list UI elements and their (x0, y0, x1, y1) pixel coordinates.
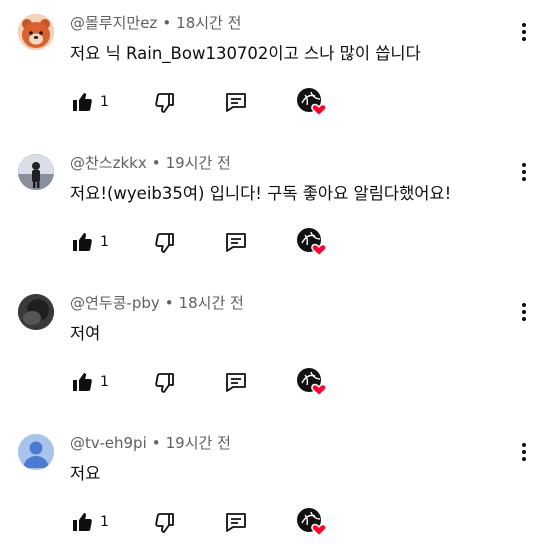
comment-item: @tv-eh9pi • 19시간 전 저요 1 (0, 420, 560, 560)
comment-item: @찬스zkkx • 19시간 전 저요!(wyeib35여) 입니다! 구독 좋아요… (0, 140, 560, 280)
thumbs-up-icon (73, 513, 92, 531)
comment-time[interactable]: 19시간 전 (166, 154, 231, 172)
dark-photo-icon (18, 294, 54, 330)
comment-actions: 1 (66, 504, 366, 540)
comment-meta: @몰루지만ez • 18시간 전 (70, 12, 241, 33)
thumbs-down-icon (155, 513, 174, 533)
dislike-button[interactable] (152, 84, 176, 120)
like-count: 1 (100, 514, 109, 530)
comment-author[interactable]: @몰루지만ez (70, 14, 157, 32)
bear-face-icon (18, 14, 54, 50)
creator-heart-icon (297, 88, 327, 117)
thumbs-down-icon (155, 93, 174, 113)
comment-meta: @tv-eh9pi • 19시간 전 (70, 432, 231, 453)
avatar[interactable] (18, 14, 54, 50)
comment-text: 저여 (70, 324, 101, 343)
comment-time[interactable]: 18시간 전 (179, 294, 244, 312)
thumbs-down-icon (155, 233, 174, 253)
comment-time[interactable]: 19시간 전 (166, 434, 231, 452)
like-count: 1 (100, 234, 109, 250)
more-vertical-icon[interactable] (516, 440, 532, 464)
creator-heart-badge (296, 504, 328, 540)
thumbs-down-icon (155, 373, 174, 393)
separator-dot: • (151, 154, 161, 172)
thumbs-up-icon (73, 373, 92, 391)
like-count: 1 (100, 374, 109, 390)
comment-meta: @찬스zkkx • 19시간 전 (70, 152, 231, 173)
reply-icon (226, 373, 246, 392)
reply-button[interactable] (224, 224, 248, 260)
comment-time[interactable]: 18시간 전 (176, 14, 241, 32)
comment-text: 저요 닉 Rain_Bow130702이고 스나 많이 씁니다 (70, 44, 421, 63)
thumbs-up-icon (73, 233, 92, 251)
dislike-button[interactable] (152, 504, 176, 540)
like-button[interactable]: 1 (70, 224, 109, 260)
avatar[interactable] (18, 434, 54, 470)
dislike-button[interactable] (152, 364, 176, 400)
comment-item: @몰루지만ez • 18시간 전 저요 닉 Rain_Bow130702이고 스나 … (0, 0, 560, 140)
comment-actions: 1 (66, 224, 366, 260)
figure-photo-icon (18, 154, 54, 190)
avatar[interactable] (18, 154, 54, 190)
reply-icon (226, 513, 246, 532)
like-button[interactable]: 1 (70, 504, 109, 540)
comment-item: @연두콩-pby • 18시간 전 저여 1 (0, 280, 560, 420)
reply-icon (226, 233, 246, 252)
creator-heart-badge (296, 84, 328, 120)
creator-heart-badge (296, 364, 328, 400)
comment-author[interactable]: @찬스zkkx (70, 154, 147, 172)
more-vertical-icon[interactable] (516, 300, 532, 324)
reply-icon (226, 93, 246, 112)
like-button[interactable]: 1 (70, 84, 109, 120)
dislike-button[interactable] (152, 224, 176, 260)
comment-text: 저요 (70, 464, 101, 483)
creator-heart-icon (297, 508, 327, 537)
avatar[interactable] (18, 294, 54, 330)
reply-button[interactable] (224, 504, 248, 540)
creator-heart-icon (297, 228, 327, 257)
separator-dot: • (164, 294, 174, 312)
separator-dot: • (162, 14, 172, 32)
comment-text: 저요!(wyeib35여) 입니다! 구독 좋아요 알림다했어요! (70, 184, 452, 203)
separator-dot: • (151, 434, 161, 452)
reply-button[interactable] (224, 364, 248, 400)
comment-meta: @연두콩-pby • 18시간 전 (70, 292, 244, 313)
more-vertical-icon[interactable] (516, 160, 532, 184)
creator-heart-badge (296, 224, 328, 260)
more-vertical-icon[interactable] (516, 20, 532, 44)
reply-button[interactable] (224, 84, 248, 120)
comment-author[interactable]: @연두콩-pby (70, 294, 160, 312)
like-count: 1 (100, 94, 109, 110)
comment-actions: 1 (66, 364, 366, 400)
creator-heart-icon (297, 368, 327, 397)
comment-actions: 1 (66, 84, 366, 120)
like-button[interactable]: 1 (70, 364, 109, 400)
thumbs-up-icon (73, 93, 92, 111)
default-person-icon (18, 434, 54, 470)
comment-author[interactable]: @tv-eh9pi (70, 434, 147, 452)
